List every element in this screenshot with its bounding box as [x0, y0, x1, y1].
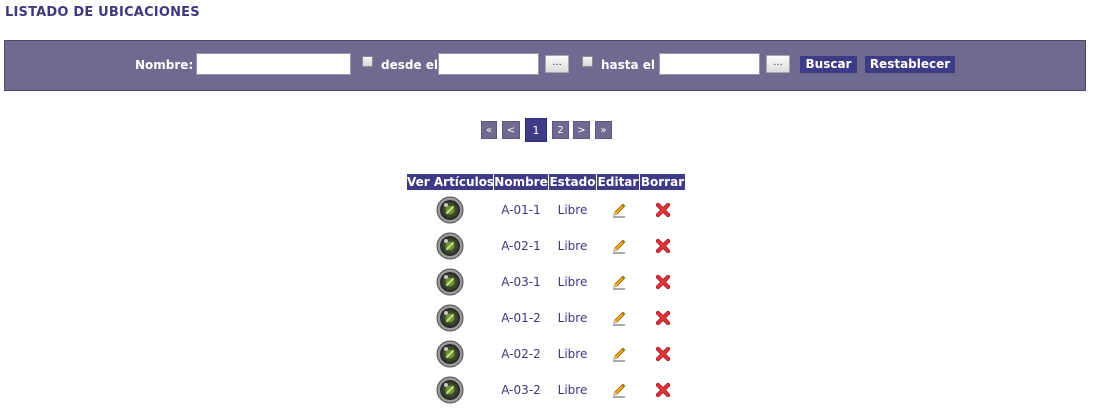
magnifier-view-icon[interactable] — [436, 232, 464, 260]
header-ver-articulos: Ver Artículos — [407, 174, 495, 190]
pencil-icon[interactable] — [611, 274, 627, 290]
search-button[interactable]: Buscar — [800, 56, 857, 73]
page-1-button[interactable]: 1 — [525, 118, 547, 142]
row-estado: Libre — [557, 383, 588, 397]
table-row: A-01-2 Libre — [405, 300, 685, 336]
to-date-picker-button[interactable]: ... — [766, 55, 790, 73]
pencil-icon[interactable] — [611, 382, 627, 398]
table-row: A-03-2 Libre — [405, 372, 685, 408]
table-row: A-03-1 Libre — [405, 264, 685, 300]
magnifier-view-icon[interactable] — [436, 304, 464, 332]
header-estado: Estado — [549, 174, 596, 190]
red-x-icon[interactable] — [655, 238, 671, 254]
red-x-icon[interactable] — [655, 202, 671, 218]
row-estado: Libre — [557, 239, 588, 253]
row-nombre[interactable]: A-01-2 — [494, 300, 548, 336]
pencil-icon[interactable] — [611, 238, 627, 254]
table-row: A-01-1 Libre — [405, 192, 685, 228]
page-last-button[interactable]: » — [595, 121, 612, 139]
row-nombre[interactable]: A-03-2 — [494, 372, 548, 408]
header-editar: Editar — [597, 174, 639, 190]
page-prev-button[interactable]: < — [502, 121, 520, 139]
table-row: A-02-2 Libre — [405, 336, 685, 372]
magnifier-view-icon[interactable] — [436, 196, 464, 224]
red-x-icon[interactable] — [655, 274, 671, 290]
magnifier-view-icon[interactable] — [436, 268, 464, 296]
row-nombre[interactable]: A-03-1 — [494, 264, 548, 300]
red-x-icon[interactable] — [655, 382, 671, 398]
row-nombre[interactable]: A-01-1 — [494, 192, 548, 228]
pencil-icon[interactable] — [611, 346, 627, 362]
row-estado: Libre — [557, 275, 588, 289]
search-bar: Nombre: desde el ... hasta el ... Buscar… — [4, 40, 1086, 91]
header-nombre: Nombre — [494, 174, 548, 190]
magnifier-view-icon[interactable] — [436, 340, 464, 368]
row-nombre[interactable]: A-02-2 — [494, 336, 548, 372]
page-title: LISTADO DE UBICACIONES — [5, 5, 200, 20]
header-borrar: Borrar — [640, 174, 685, 190]
row-nombre[interactable]: A-02-1 — [494, 228, 548, 264]
red-x-icon[interactable] — [655, 346, 671, 362]
red-x-icon[interactable] — [655, 310, 671, 326]
row-estado: Libre — [557, 203, 588, 217]
from-date-picker-button[interactable]: ... — [545, 55, 569, 73]
to-date-checkbox[interactable] — [582, 56, 593, 67]
pencil-icon[interactable] — [611, 202, 627, 218]
to-date-label: hasta el — [601, 58, 656, 72]
row-estado: Libre — [557, 311, 588, 325]
table-row: A-02-1 Libre — [405, 228, 685, 264]
name-label: Nombre: — [135, 58, 194, 72]
from-date-input[interactable] — [438, 53, 539, 75]
reset-button[interactable]: Restablecer — [865, 56, 955, 73]
name-input[interactable] — [196, 53, 351, 75]
page-2-button[interactable]: 2 — [552, 121, 569, 139]
to-date-input[interactable] — [659, 53, 760, 75]
from-date-checkbox[interactable] — [362, 56, 373, 67]
page-next-button[interactable]: > — [573, 121, 590, 139]
from-date-label: desde el — [381, 58, 439, 72]
pencil-icon[interactable] — [611, 310, 627, 326]
page-first-button[interactable]: « — [481, 121, 497, 139]
row-estado: Libre — [557, 347, 588, 361]
magnifier-view-icon[interactable] — [436, 376, 464, 404]
